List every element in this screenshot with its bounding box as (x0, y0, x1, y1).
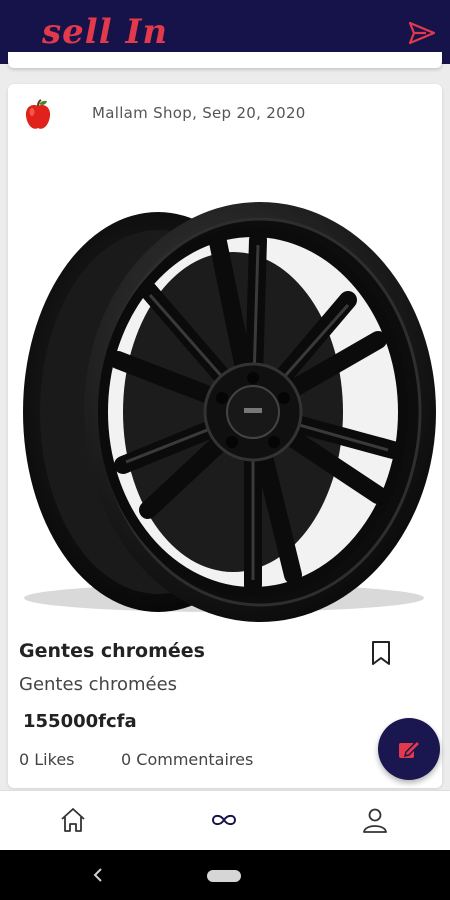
product-card[interactable]: Mallam Shop, Sep 20, 2020 Gentes chromée… (8, 84, 442, 788)
product-image-black-wheel[interactable] (8, 150, 442, 690)
edit-icon (399, 739, 422, 758)
home-icon[interactable] (58, 805, 88, 835)
back-icon[interactable] (92, 866, 104, 884)
bookmark-icon[interactable] (370, 640, 392, 666)
comments-count[interactable]: 0 Commentaires (121, 750, 253, 769)
send-icon[interactable] (408, 20, 436, 46)
product-title[interactable]: Gentes chromées (19, 640, 205, 662)
home-pill[interactable] (207, 870, 241, 882)
likes-count[interactable]: 0 Likes (19, 750, 75, 769)
product-subtitle: Gentes chromées (19, 674, 178, 695)
user-icon[interactable] (360, 805, 390, 835)
app-logo: sell In (42, 12, 169, 52)
infinity-icon[interactable] (209, 805, 239, 835)
shop-avatar-apple-icon[interactable] (22, 98, 54, 132)
create-post-button[interactable] (378, 718, 440, 780)
previous-card-edge (8, 52, 442, 68)
shop-name-date: Mallam Shop, Sep 20, 2020 (92, 104, 306, 122)
bottom-nav (0, 790, 450, 851)
product-price: 155000fcfa (23, 711, 137, 732)
system-nav-bar (0, 850, 450, 900)
